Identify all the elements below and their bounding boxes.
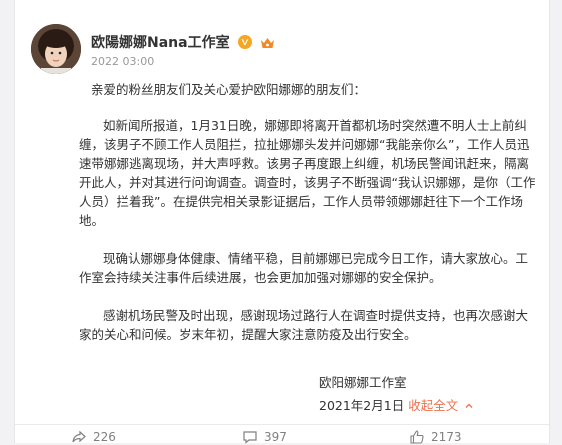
avatar[interactable] [31,24,81,74]
collapse-label[interactable]: 收起全文 [408,398,458,413]
post-paragraph: 现确认娜娜身体健康、情绪平稳，目前娜娜已完成今日工作，请大家放心。工作室会持续关… [79,251,529,285]
like-count[interactable]: 2173 [431,430,462,444]
chevron-up-icon[interactable] [464,401,474,411]
post-greeting: 亲爱的粉丝朋友们及关心爱护欧阳娜娜的朋友们： [91,82,367,97]
account-name-text[interactable]: 欧陽娜娜Nana工作室 [91,35,230,51]
weibo-post-card: 欧陽娜娜Nana工作室 2022 03:00 亲爱的粉丝朋友们及关心爱护欧阳娜娜… [14,0,550,444]
post-paragraph: 如新闻所报道，1月31日晚，娜娜即将离开首都机场时突然遭不明人士上前纠缠，该男子… [79,118,536,228]
collapse-link[interactable]: 收起全文 [408,398,474,413]
verified-v-icon [238,35,253,49]
action-bar: 226 397 2173 [15,424,549,444]
post-date-line: 2021年2月1日 收起全文 [319,395,474,414]
post-date: 2021年2月1日 [319,398,405,413]
vip-crown-icon [261,38,275,48]
share-count[interactable]: 226 [93,430,116,444]
post-body: 亲爱的粉丝朋友们及关心爱护欧阳娜娜的朋友们： 如新闻所报道，1月31日晚，娜娜即… [79,80,539,363]
account-name[interactable]: 欧陽娜娜Nana工作室 [91,32,275,52]
post-time[interactable]: 2022 03:00 [91,55,154,68]
post-paragraph: 感谢机场民警及时出现，感谢现场过路行人在调查时提供支持，也再次感谢大家的关心和问… [79,308,529,342]
comment-count[interactable]: 397 [264,430,287,444]
post-signature: 欧阳娜娜工作室 [319,375,407,390]
